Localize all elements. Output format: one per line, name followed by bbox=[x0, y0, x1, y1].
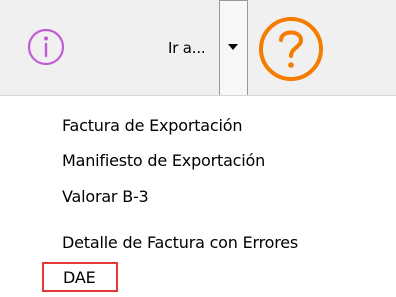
goto-dropdown-button[interactable] bbox=[219, 0, 248, 95]
menu-item-dae[interactable]: DAE bbox=[42, 262, 118, 292]
menu-item-factura-exportacion[interactable]: Factura de Exportación bbox=[62, 113, 242, 139]
help-icon bbox=[257, 15, 325, 83]
info-icon bbox=[26, 27, 66, 67]
toolbar: Ir a... bbox=[0, 0, 396, 96]
caret-down-icon bbox=[228, 44, 238, 50]
goto-label[interactable]: Ir a... bbox=[168, 36, 206, 60]
screen: Ir a... Factura de Exportación Manifiest… bbox=[0, 0, 396, 297]
goto-dropdown-menu: Factura de Exportación Manifiesto de Exp… bbox=[40, 96, 396, 297]
menu-item-valorar-b3[interactable]: Valorar B-3 bbox=[62, 184, 149, 210]
menu-item-detalle-factura-errores[interactable]: Detalle de Factura con Errores bbox=[62, 230, 298, 256]
info-button[interactable] bbox=[26, 27, 66, 67]
help-button[interactable] bbox=[257, 15, 325, 83]
menu-item-manifiesto-exportacion[interactable]: Manifiesto de Exportación bbox=[62, 148, 265, 174]
goto-menu[interactable]: Ir a... bbox=[164, 0, 248, 95]
